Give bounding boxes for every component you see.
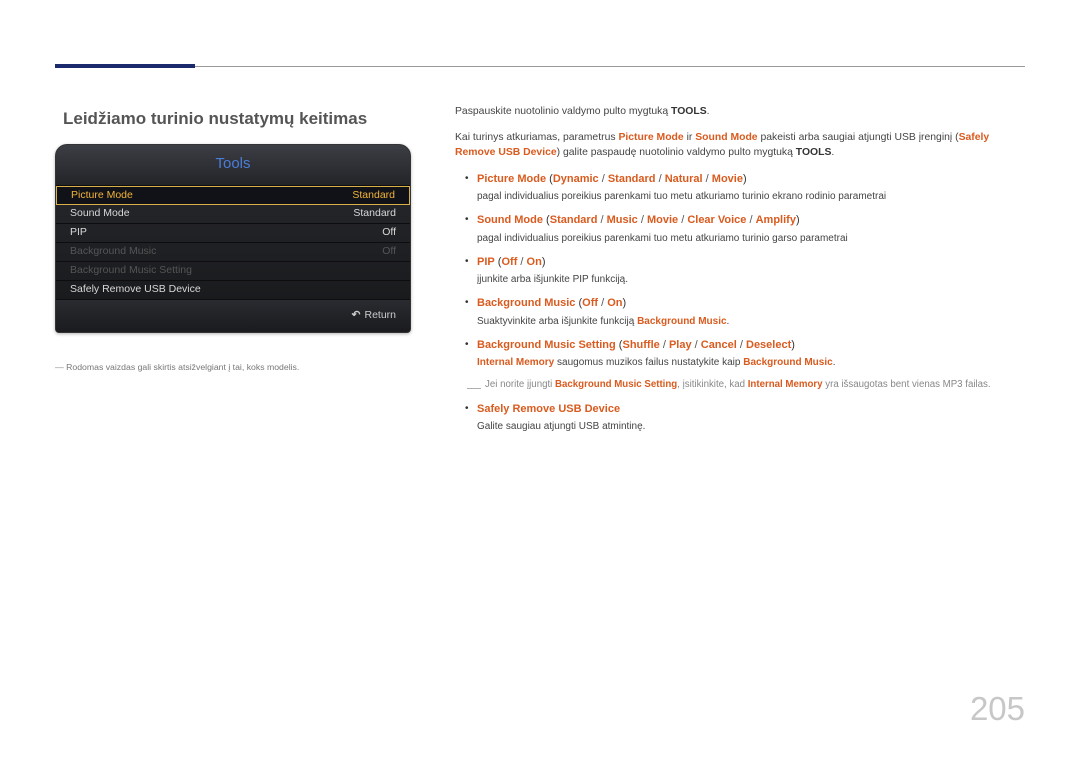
feature-sound-mode: Sound Mode (Standard / Music / Movie / C… bbox=[455, 212, 1022, 246]
feature-list-2: Safely Remove USB Device Galite saugiau … bbox=[455, 401, 1022, 435]
row-label: Picture Mode bbox=[71, 188, 133, 204]
top-rule-accent bbox=[55, 64, 195, 68]
tools-row-pip[interactable]: PIP Off bbox=[56, 224, 410, 243]
row-value: Standard bbox=[353, 206, 396, 222]
feature-background-music-setting: Background Music Setting (Shuffle / Play… bbox=[455, 337, 1022, 371]
tools-row-safely-remove-usb[interactable]: Safely Remove USB Device bbox=[56, 281, 410, 300]
tools-panel-body: Picture Mode Standard Sound Mode Standar… bbox=[56, 186, 410, 300]
feature-desc: Galite saugiau atjungti USB atmintinę. bbox=[477, 419, 1022, 434]
tools-row-background-music: Background Music Off bbox=[56, 243, 410, 262]
left-column: Leidžiamo turinio nustatymų keitimas Too… bbox=[55, 102, 411, 374]
feature-pip: PIP (Off / On) įjunkite arba išjunkite P… bbox=[455, 254, 1022, 288]
tools-panel-title: Tools bbox=[56, 145, 410, 187]
right-column: Paspauskite nuotolinio valdymo pulto myg… bbox=[455, 104, 1022, 442]
top-rule bbox=[55, 66, 1025, 67]
return-label: Return bbox=[364, 309, 396, 321]
row-label: Safely Remove USB Device bbox=[70, 282, 201, 298]
row-value: Standard bbox=[352, 188, 395, 204]
tools-panel-screenshot: Tools Picture Mode Standard Sound Mode S… bbox=[55, 144, 411, 333]
intro-paragraph-1: Paspauskite nuotolinio valdymo pulto myg… bbox=[455, 104, 1022, 120]
feature-desc: pagal individualius poreikius parenkami … bbox=[477, 189, 1022, 204]
feature-desc: Suaktyvinkite arba išjunkite funkciją Ba… bbox=[477, 314, 1022, 329]
row-value: Off bbox=[382, 225, 396, 241]
feature-background-music: Background Music (Off / On) Suaktyvinkit… bbox=[455, 295, 1022, 329]
tools-row-picture-mode[interactable]: Picture Mode Standard bbox=[56, 186, 410, 205]
bgms-note: Jei norite įjungti Background Music Sett… bbox=[455, 378, 1022, 393]
tools-panel-footer: ↶Return bbox=[56, 300, 410, 332]
feature-list: Picture Mode (Dynamic / Standard / Natur… bbox=[455, 171, 1022, 371]
model-image-note: Rodomas vaizdas gali skirtis atsižvelgia… bbox=[55, 361, 411, 374]
intro-paragraph-2: Kai turinys atkuriamas, parametrus Pictu… bbox=[455, 130, 1022, 161]
row-label: Sound Mode bbox=[70, 206, 130, 222]
feature-desc: pagal individualius poreikius parenkami … bbox=[477, 231, 1022, 246]
row-value: Off bbox=[382, 244, 396, 260]
feature-safely-remove-usb: Safely Remove USB Device Galite saugiau … bbox=[455, 401, 1022, 435]
row-label: PIP bbox=[70, 225, 87, 241]
page-number: 205 bbox=[970, 684, 1025, 734]
tools-row-sound-mode[interactable]: Sound Mode Standard bbox=[56, 205, 410, 224]
row-label: Background Music Setting bbox=[70, 263, 192, 279]
row-label: Background Music bbox=[70, 244, 156, 260]
return-icon: ↶ bbox=[352, 308, 361, 324]
tools-row-background-music-setting: Background Music Setting bbox=[56, 262, 410, 281]
section-title: Leidžiamo turinio nustatymų keitimas bbox=[55, 102, 411, 136]
feature-desc: Internal Memory saugomus muzikos failus … bbox=[477, 355, 1022, 370]
feature-desc: įjunkite arba išjunkite PIP funkciją. bbox=[477, 272, 1022, 287]
feature-picture-mode: Picture Mode (Dynamic / Standard / Natur… bbox=[455, 171, 1022, 205]
